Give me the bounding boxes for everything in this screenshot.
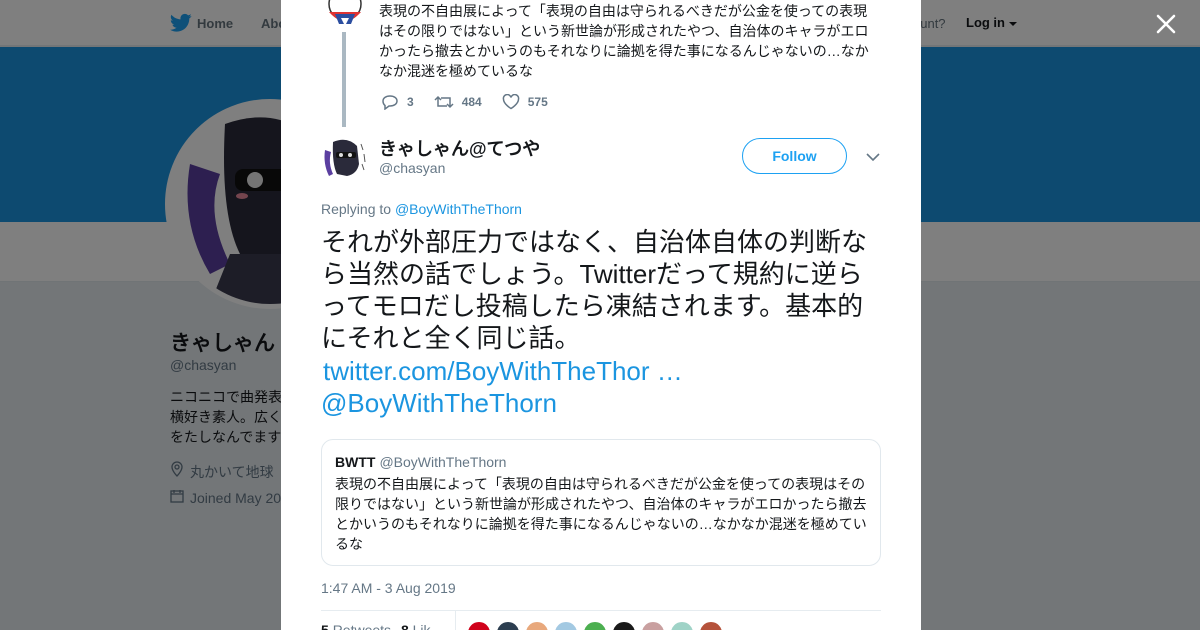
quoted-tweet[interactable]: BWTT @BoyWithTheThorn 表現の不自由展によって「表現の自由は守… (321, 439, 881, 566)
heart-icon (502, 94, 520, 110)
replying-to: Replying to @BoyWithTheThorn (321, 201, 522, 217)
liker-avatar[interactable] (641, 621, 665, 630)
quoted-tweet-header: BWTT @BoyWithTheThorn (335, 454, 506, 470)
divider (321, 610, 881, 611)
knight-avatar-icon (321, 136, 369, 184)
quoted-author-name: BWTT (335, 454, 376, 470)
retweet-button[interactable]: 484 (434, 94, 482, 110)
tweet-timestamp[interactable]: 1:47 AM - 3 Aug 2019 (321, 580, 456, 596)
liker-avatar[interactable] (583, 621, 607, 630)
tweet-url-link[interactable]: twitter.com/BoyWithTheThor … (323, 355, 683, 387)
liker-avatar[interactable] (496, 621, 520, 630)
like-count: 575 (527, 95, 548, 109)
retweet-stat-count: 5 (321, 622, 329, 630)
replying-to-link[interactable]: @BoyWithTheThorn (395, 201, 522, 217)
tweet-author-name[interactable]: きゃしゃん@てつや (379, 135, 540, 161)
liker-avatar[interactable] (612, 621, 636, 630)
reply-button[interactable]: 3 (381, 94, 414, 110)
retweet-icon (434, 95, 454, 109)
liker-avatar[interactable] (467, 621, 491, 630)
close-icon[interactable] (1153, 11, 1179, 37)
tweet-author-avatar[interactable] (321, 136, 369, 184)
liker-avatar[interactable] (554, 621, 578, 630)
liker-avatars (467, 621, 728, 630)
quoted-author-handle: @BoyWithTheThorn (379, 454, 507, 470)
tweet-permalink-modal: 表現の不自由展によって「表現の自由は守られるべきだが公金を使っての表現はその限り… (281, 0, 921, 630)
thread-connector (342, 32, 346, 127)
chevron-down-icon[interactable] (864, 150, 882, 164)
tweet-mention-link[interactable]: @BoyWithTheThorn (321, 387, 557, 419)
reply-count: 3 (407, 95, 414, 109)
retweet-stat-label: Retweets (332, 622, 392, 630)
quoted-tweet-text: 表現の不自由展によって「表現の自由は守られるべきだが公金を使っての表現はその限り… (335, 476, 867, 552)
parent-tweet-actions: 3 484 575 (381, 92, 568, 112)
reply-icon (382, 95, 398, 110)
follow-button[interactable]: Follow (742, 138, 847, 174)
like-stat-count: 8 (400, 622, 409, 630)
liker-avatar[interactable] (670, 621, 694, 630)
tweet-stats[interactable]: 5 Retweets 8 Lik (321, 622, 431, 630)
parent-avatar-icon (321, 0, 369, 32)
tweet-author-handle[interactable]: @chasyan (379, 160, 445, 176)
liker-avatar[interactable] (525, 621, 549, 630)
parent-avatar[interactable] (321, 0, 369, 32)
parent-tweet-text: 表現の不自由展によって「表現の自由は守られるべきだが公金を使っての表現はその限り… (379, 3, 869, 79)
replying-prefix: Replying to (321, 201, 392, 217)
liker-avatar[interactable] (699, 621, 723, 630)
stats-divider (455, 611, 456, 630)
like-stat-label: Lik (412, 622, 431, 630)
tweet-text: それが外部圧力ではなく、自治体自体の判断なら当然の話でしょう。Twitterだっ… (321, 227, 868, 353)
like-button[interactable]: 575 (502, 94, 548, 110)
retweet-count: 484 (461, 95, 482, 109)
